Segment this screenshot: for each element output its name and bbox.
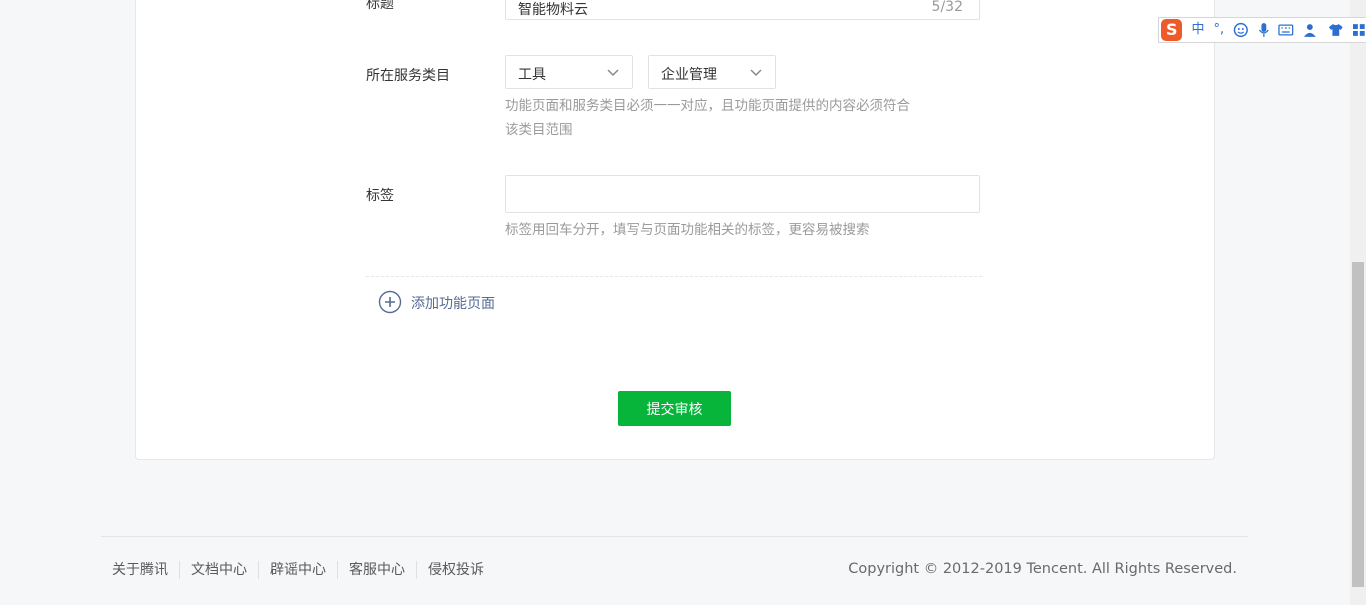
footer-link-infringement[interactable]: 侵权投诉 [416, 561, 495, 579]
category-hint-line2: 该类目范围 [505, 122, 573, 138]
ime-punct-toggle[interactable]: °, [1214, 19, 1225, 41]
footer-link-docs[interactable]: 文档中心 [179, 561, 258, 579]
scrollbar[interactable] [1350, 0, 1366, 605]
ime-mode-toggle[interactable]: 中 [1191, 19, 1204, 41]
scrollbar-thumb[interactable] [1352, 262, 1364, 587]
category-label: 所在服务类目 [366, 68, 450, 84]
submit-review-button[interactable]: 提交审核 [618, 391, 731, 426]
footer-link-support[interactable]: 客服中心 [337, 561, 416, 579]
copyright-text: Copyright © 2012-2019 Tencent. All Right… [848, 561, 1237, 577]
emoji-icon[interactable] [1233, 22, 1249, 38]
keyboard-icon[interactable] [1278, 24, 1294, 36]
grid-icon[interactable] [1352, 23, 1366, 37]
ime-logo-icon[interactable]: S [1161, 19, 1183, 41]
add-page-label: 添加功能页面 [411, 296, 495, 312]
title-counter: 5/32 [931, 0, 963, 15]
skin-icon[interactable] [1328, 22, 1344, 38]
section-divider [366, 276, 982, 277]
category-hint-line1: 功能页面和服务类目必须一一对应，且功能页面提供的内容必须符合 [505, 98, 910, 114]
category-secondary-select[interactable]: 企业管理 [648, 55, 776, 89]
chevron-down-icon [607, 69, 619, 77]
tags-hint: 标签用回车分开，填写与页面功能相关的标签，更容易被搜索 [505, 222, 870, 238]
plus-circle-icon [378, 290, 402, 314]
title-label: 标题 [366, 0, 394, 12]
microphone-icon[interactable] [1258, 22, 1270, 38]
chevron-down-icon [750, 69, 762, 77]
footer-divider [101, 536, 1248, 537]
tags-input[interactable] [505, 175, 980, 213]
footer-link-rumors[interactable]: 辟谣中心 [258, 561, 337, 579]
title-value: 智能物料云 [518, 2, 588, 18]
user-icon[interactable] [1303, 22, 1319, 38]
footer-links: 关于腾讯 文档中心 辟谣中心 客服中心 侵权投诉 [112, 561, 495, 579]
ime-toolbar[interactable]: S 中 °, [1158, 17, 1366, 43]
footer-link-about[interactable]: 关于腾讯 [112, 561, 179, 579]
category-secondary-value: 企业管理 [661, 67, 717, 83]
category-primary-select[interactable]: 工具 [505, 55, 633, 89]
title-input[interactable]: 智能物料云 5/32 [505, 0, 980, 20]
category-primary-value: 工具 [518, 67, 546, 83]
tags-label: 标签 [366, 188, 394, 204]
